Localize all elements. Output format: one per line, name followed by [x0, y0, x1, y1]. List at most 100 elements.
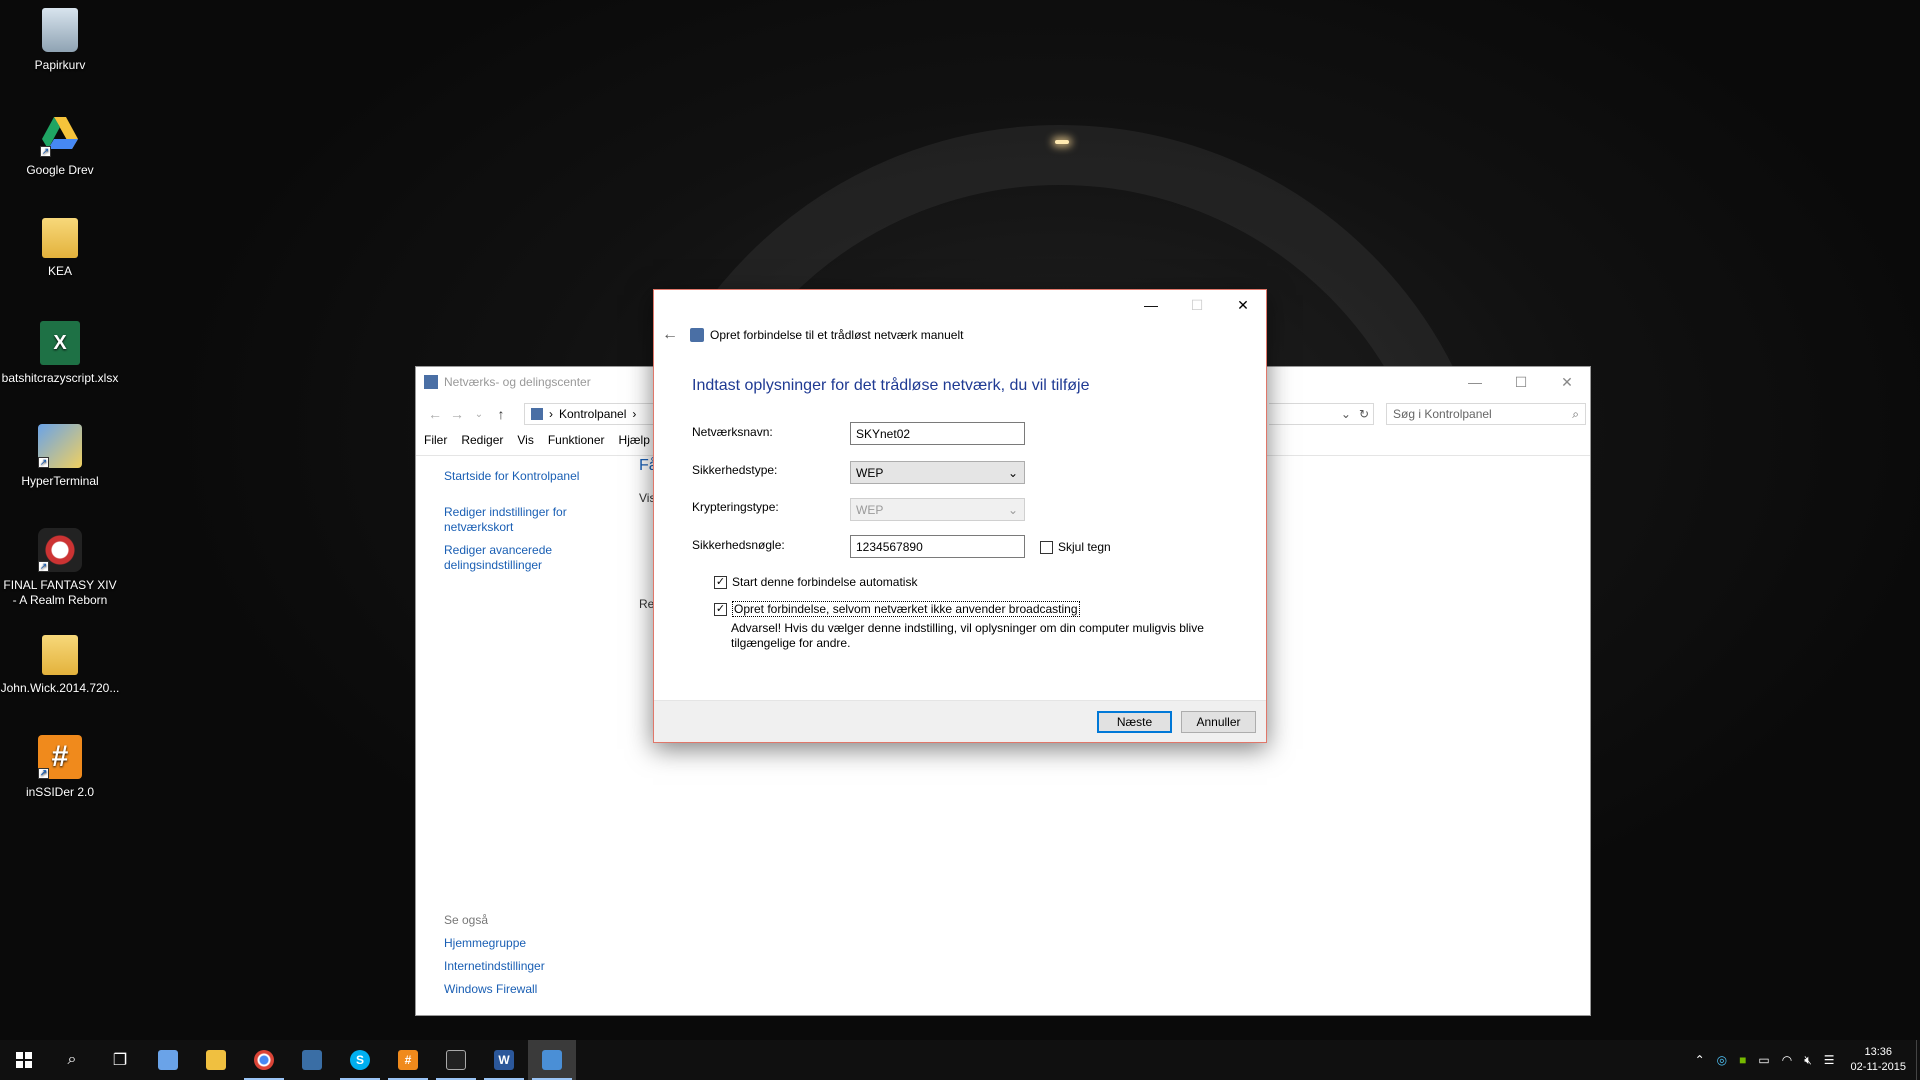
taskbar-hyperterminal[interactable]	[144, 1040, 192, 1080]
hide-characters-checkbox[interactable]	[1040, 540, 1053, 554]
connect-no-broadcast-checkbox[interactable]: ✓	[714, 602, 727, 616]
control-panel-icon	[531, 408, 543, 420]
close-button[interactable]: ✕	[1544, 367, 1590, 397]
desktop-icon-kea[interactable]: KEA	[0, 218, 120, 279]
refresh-icon[interactable]: ↻	[1359, 407, 1369, 421]
taskbar-skype[interactable]: S	[336, 1040, 384, 1080]
next-button[interactable]: Næste	[1097, 711, 1172, 733]
skype-icon: S	[350, 1050, 370, 1070]
recycle-bin-icon	[42, 8, 78, 52]
encryption-type-value: WEP	[856, 502, 884, 517]
show-desktop-button[interactable]	[1916, 1040, 1920, 1080]
taskbar-command-prompt[interactable]	[432, 1040, 480, 1080]
network-center-icon	[424, 375, 438, 389]
taskbar-file-explorer[interactable]	[192, 1040, 240, 1080]
see-also-internet-options[interactable]: Internetindstillinger	[444, 959, 594, 974]
taskbar-chrome[interactable]	[240, 1040, 288, 1080]
shortcut-arrow-icon: ↗	[40, 146, 51, 157]
window-title: Netværks- og delingscenter	[444, 375, 591, 389]
desktop-icon-final-fantasy[interactable]: ↗ FINAL FANTASY XIV - A Realm Reborn	[0, 528, 120, 608]
virtualbox-icon	[302, 1050, 322, 1070]
dialog-controls: — ☐ ✕	[1128, 290, 1266, 320]
desktop-icon-excel-file[interactable]: X batshitcrazyscript.xlsx	[0, 321, 120, 386]
menu-item-tools[interactable]: Funktioner	[548, 433, 605, 447]
nvidia-icon[interactable]: ■	[1739, 1053, 1746, 1067]
search-icon[interactable]: ⌕	[48, 1040, 96, 1080]
security-type-select[interactable]: WEP ⌄	[850, 461, 1025, 484]
desktop-icon-label: John.Wick.2014.720...	[0, 681, 120, 695]
desktop-icon-label: Google Drev	[26, 163, 94, 177]
desktop-icon-inssider[interactable]: # ↗ inSSIDer 2.0	[0, 735, 120, 800]
dialog-title: Opret forbindelse til et trådløst netvær…	[710, 328, 964, 342]
hyperterminal-icon: ↗	[38, 424, 82, 468]
minimize-button[interactable]: —	[1452, 367, 1498, 397]
folder-icon	[206, 1050, 226, 1070]
search-input[interactable]: Søg i Kontrolpanel ⌕	[1386, 403, 1586, 425]
desktop-icon-hyperterminal[interactable]: ↗ HyperTerminal	[0, 424, 120, 489]
wifi-icon[interactable]: ◠	[1782, 1053, 1792, 1067]
hide-characters-checkbox-row[interactable]: Skjul tegn	[1040, 540, 1111, 554]
security-key-label: Sikkerhedsnøgle:	[692, 538, 785, 552]
sync-icon[interactable]: ◎	[1717, 1053, 1727, 1067]
dialog-title-bar: ← Opret forbindelse til et trådløst netv…	[662, 326, 963, 344]
cancel-button[interactable]: Annuller	[1181, 711, 1256, 733]
see-also-homegroup[interactable]: Hjemmegruppe	[444, 936, 594, 951]
volume-mute-icon[interactable]: 🔇︎	[1804, 1053, 1812, 1068]
back-arrow-icon[interactable]: ←	[662, 326, 684, 344]
taskbar-word[interactable]: W	[480, 1040, 528, 1080]
battery-icon[interactable]: ▭	[1758, 1053, 1769, 1067]
forward-arrow-icon[interactable]: →	[446, 406, 468, 422]
security-type-label: Sikkerhedstype:	[692, 463, 778, 477]
menu-item-file[interactable]: Filer	[424, 433, 447, 447]
address-dropdown[interactable]: ⌄ ↻	[1269, 403, 1374, 425]
task-view-icon[interactable]: ❐	[96, 1040, 144, 1080]
maximize-button[interactable]: ☐	[1498, 367, 1544, 397]
desktop-icon-john-wick-folder[interactable]: John.Wick.2014.720...	[0, 635, 120, 696]
wallpaper-glow	[1055, 140, 1069, 144]
chevron-down-icon: ⌄	[1007, 465, 1018, 480]
taskbar-virtualbox[interactable]	[288, 1040, 336, 1080]
dialog-heading: Indtast oplysninger for det trådløse net…	[692, 377, 1090, 394]
security-key-field[interactable]: 1234567890	[850, 535, 1025, 558]
network-name-field[interactable]: SKYnet02	[850, 422, 1025, 445]
action-center-icon[interactable]: ☰	[1824, 1053, 1835, 1067]
sidebar-link-advanced-sharing[interactable]: Rediger avancerede delingsindstillinger	[444, 543, 594, 573]
excel-file-icon: X	[40, 321, 80, 365]
chevron-down-icon: ⌄	[1007, 502, 1018, 517]
search-icon: ⌕	[1572, 406, 1579, 421]
menu-item-help[interactable]: Hjælp	[619, 433, 650, 447]
desktop-icon-label: inSSIDer 2.0	[25, 785, 95, 799]
shortcut-arrow-icon: ↗	[38, 457, 49, 468]
word-icon: W	[494, 1050, 514, 1070]
connect-no-broadcast-label: Opret forbindelse, selvom netværket ikke…	[732, 601, 1080, 617]
desktop-icon-label: batshitcrazyscript.xlsx	[1, 371, 119, 385]
start-button[interactable]	[0, 1040, 48, 1080]
clock-date: 02-11-2015	[1850, 1061, 1906, 1073]
connect-no-broadcast-checkbox-row[interactable]: ✓ Opret forbindelse, selvom netværket ik…	[714, 601, 1080, 617]
taskbar-inssider[interactable]: #	[384, 1040, 432, 1080]
auto-start-checkbox[interactable]: ✓	[714, 575, 727, 589]
control-panel-icon	[542, 1050, 562, 1070]
desktop-icon-google-drive[interactable]: ↗ Google Drev	[0, 113, 120, 178]
breadcrumb-control-panel[interactable]: Kontrolpanel	[559, 407, 626, 421]
recent-chevron-icon[interactable]: ⌄	[468, 409, 490, 420]
encryption-type-label: Krypteringstype:	[692, 500, 779, 514]
system-tray: ⌃ ◎ ■ ▭ ◠ 🔇︎ ☰ 13:36 02-11-2015	[1689, 1040, 1920, 1080]
back-arrow-icon[interactable]: ←	[424, 406, 446, 422]
sidebar-link-adapter-settings[interactable]: Rediger indstillinger for netværkskort	[444, 505, 594, 535]
shortcut-arrow-icon: ↗	[38, 768, 49, 779]
close-button[interactable]: ✕	[1220, 290, 1266, 320]
minimize-button[interactable]: —	[1128, 290, 1174, 320]
up-arrow-icon[interactable]: ↑	[490, 406, 512, 422]
desktop-icon-recycle-bin[interactable]: Papirkurv	[0, 8, 120, 73]
taskbar-clock[interactable]: 13:36 02-11-2015	[1851, 1045, 1906, 1075]
sidebar-link-control-panel-home[interactable]: Startside for Kontrolpanel	[444, 469, 594, 484]
see-also-windows-firewall[interactable]: Windows Firewall	[444, 982, 594, 997]
show-hidden-icons-chevron-icon[interactable]: ⌃	[1695, 1053, 1705, 1067]
search-placeholder: Søg i Kontrolpanel	[1393, 407, 1492, 421]
menu-item-edit[interactable]: Rediger	[461, 433, 503, 447]
taskbar-control-panel[interactable]	[528, 1040, 576, 1080]
chevron-down-icon[interactable]: ⌄	[1341, 407, 1351, 421]
auto-start-checkbox-row[interactable]: ✓ Start denne forbindelse automatisk	[714, 575, 917, 589]
menu-item-view[interactable]: Vis	[517, 433, 533, 447]
